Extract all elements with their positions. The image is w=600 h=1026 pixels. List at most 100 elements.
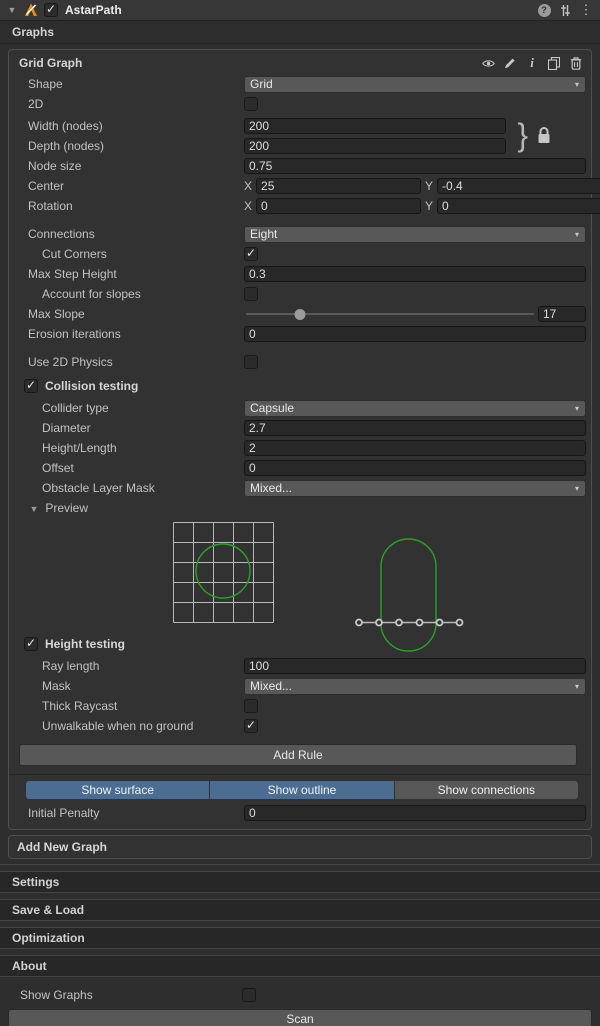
- row-erosion-iterations: Erosion iterations: [10, 324, 588, 344]
- grid-graph-title: Grid Graph: [19, 56, 82, 70]
- initial-penalty-input[interactable]: [244, 805, 586, 821]
- graphs-section-label: Graphs: [12, 25, 54, 39]
- lock-icon[interactable]: [536, 126, 554, 146]
- unwalkable-when-no-ground-label: Unwalkable when no ground: [10, 719, 244, 733]
- row-shape: Shape Grid ▾: [10, 74, 588, 94]
- preview-capsule-drawing: [356, 539, 463, 651]
- grid-graph-header[interactable]: Grid Graph i: [10, 50, 588, 74]
- collider-type-value: Capsule: [250, 401, 294, 415]
- erosion-iterations-input[interactable]: [244, 326, 586, 342]
- rotation-y-input[interactable]: [437, 198, 600, 214]
- ray-length-input[interactable]: [244, 658, 586, 674]
- collider-type-label: Collider type: [10, 401, 244, 415]
- component-header: ▼ ✓ AstarPath ? ⋮: [0, 0, 600, 21]
- astar-logo-icon: [23, 2, 39, 18]
- show-graphs-checkbox[interactable]: ✓: [242, 988, 256, 1002]
- row-collision-testing: ✓ Collision testing: [10, 376, 588, 396]
- center-x-input[interactable]: [256, 178, 421, 194]
- center-label: Center: [10, 179, 244, 193]
- height-testing-checkbox[interactable]: ✓: [24, 637, 38, 651]
- collision-testing-label: Collision testing: [45, 379, 138, 393]
- max-step-height-input[interactable]: [244, 266, 586, 282]
- foldout-arrow-icon[interactable]: ▼: [6, 5, 18, 15]
- show-connections-toggle[interactable]: Show connections: [395, 781, 578, 799]
- presets-icon[interactable]: [557, 2, 573, 18]
- scan-button[interactable]: Scan: [8, 1009, 592, 1026]
- show-outline-toggle[interactable]: Show outline: [210, 781, 393, 799]
- optimization-section-header[interactable]: Optimization: [0, 927, 600, 949]
- chevron-down-icon: ▾: [575, 80, 579, 89]
- height-length-label: Height/Length: [10, 441, 244, 455]
- show-surface-toggle[interactable]: Show surface: [26, 781, 209, 799]
- mask-dropdown[interactable]: Mixed... ▾: [244, 678, 586, 695]
- width-depth-block: Width (nodes) Depth (nodes) }: [10, 116, 588, 156]
- node-size-label: Node size: [10, 159, 244, 173]
- shape-value: Grid: [250, 77, 273, 91]
- collider-type-dropdown[interactable]: Capsule ▾: [244, 400, 586, 417]
- shape-label: Shape: [10, 77, 244, 91]
- use-2d-physics-checkbox[interactable]: ✓: [244, 355, 258, 369]
- preview-grid-drawing: [174, 523, 274, 623]
- cut-corners-checkbox[interactable]: ✓: [244, 247, 258, 261]
- settings-section-header[interactable]: Settings: [0, 871, 600, 893]
- depth-input[interactable]: [244, 138, 506, 154]
- about-section-header[interactable]: About: [0, 955, 600, 977]
- preview-diameter-circle: [196, 544, 250, 598]
- row-width: Width (nodes): [10, 116, 588, 136]
- more-menu-icon[interactable]: ⋮: [578, 2, 594, 18]
- preview-foldout-icon[interactable]: ▼: [28, 504, 40, 514]
- max-slope-slider[interactable]: [246, 313, 534, 315]
- offset-input[interactable]: [244, 460, 586, 476]
- row-unwalkable-when-no-ground: Unwalkable when no ground ✓: [10, 716, 588, 736]
- edit-pencil-icon[interactable]: [503, 56, 517, 70]
- row-mask: Mask Mixed... ▾: [10, 676, 588, 696]
- collision-preview-canvas: [10, 518, 588, 634]
- width-input[interactable]: [244, 118, 506, 134]
- obstacle-layer-mask-dropdown[interactable]: Mixed... ▾: [244, 480, 586, 497]
- save-load-section-header[interactable]: Save & Load: [0, 899, 600, 921]
- help-icon[interactable]: ?: [536, 2, 552, 18]
- chevron-down-icon: ▾: [575, 230, 579, 239]
- height-length-input[interactable]: [244, 440, 586, 456]
- rotation-x-input[interactable]: [256, 198, 421, 214]
- chevron-down-icon: ▾: [575, 404, 579, 413]
- ray-length-label: Ray length: [10, 659, 244, 673]
- row-obstacle-layer-mask: Obstacle Layer Mask Mixed... ▾: [10, 478, 588, 498]
- add-new-graph-button[interactable]: Add New Graph: [8, 835, 592, 859]
- connections-dropdown[interactable]: Eight ▾: [244, 226, 586, 243]
- shape-dropdown[interactable]: Grid ▾: [244, 76, 586, 93]
- row-node-size: Node size: [10, 156, 588, 176]
- preview-label: Preview: [45, 501, 88, 515]
- component-title: AstarPath: [65, 3, 122, 17]
- 2d-checkbox[interactable]: ✓: [244, 97, 258, 111]
- duplicate-icon[interactable]: [547, 56, 561, 70]
- unwalkable-checkbox[interactable]: ✓: [244, 719, 258, 733]
- use-2d-physics-label: Use 2D Physics: [10, 355, 244, 369]
- node-size-input[interactable]: [244, 158, 586, 174]
- account-for-slopes-checkbox[interactable]: ✓: [244, 287, 258, 301]
- account-for-slopes-label: Account for slopes: [10, 287, 244, 301]
- info-icon[interactable]: i: [525, 56, 539, 70]
- row-offset: Offset: [10, 458, 588, 478]
- show-graphs-label: Show Graphs: [8, 988, 242, 1002]
- diameter-input[interactable]: [244, 420, 586, 436]
- graphs-section-header[interactable]: Graphs: [0, 21, 600, 44]
- visibility-eye-icon[interactable]: [481, 56, 495, 70]
- thick-raycast-checkbox[interactable]: ✓: [244, 699, 258, 713]
- row-preview-foldout[interactable]: ▼ Preview: [10, 498, 588, 518]
- row-diameter: Diameter: [10, 418, 588, 438]
- component-enabled-checkbox[interactable]: ✓: [44, 3, 58, 17]
- max-slope-handle[interactable]: [295, 309, 306, 320]
- center-y-input[interactable]: [437, 178, 600, 194]
- collision-testing-checkbox[interactable]: ✓: [24, 379, 38, 393]
- delete-trash-icon[interactable]: [569, 56, 583, 70]
- add-rule-button[interactable]: Add Rule: [19, 744, 577, 766]
- max-slope-input[interactable]: [538, 306, 586, 322]
- row-initial-penalty: Initial Penalty: [10, 803, 588, 823]
- rotation-label: Rotation: [10, 199, 244, 213]
- about-section-label: About: [12, 959, 47, 973]
- grid-graph-panel: Grid Graph i: [8, 49, 592, 830]
- diameter-label: Diameter: [10, 421, 244, 435]
- max-step-height-label: Max Step Height: [10, 267, 244, 281]
- row-thick-raycast: Thick Raycast ✓: [10, 696, 588, 716]
